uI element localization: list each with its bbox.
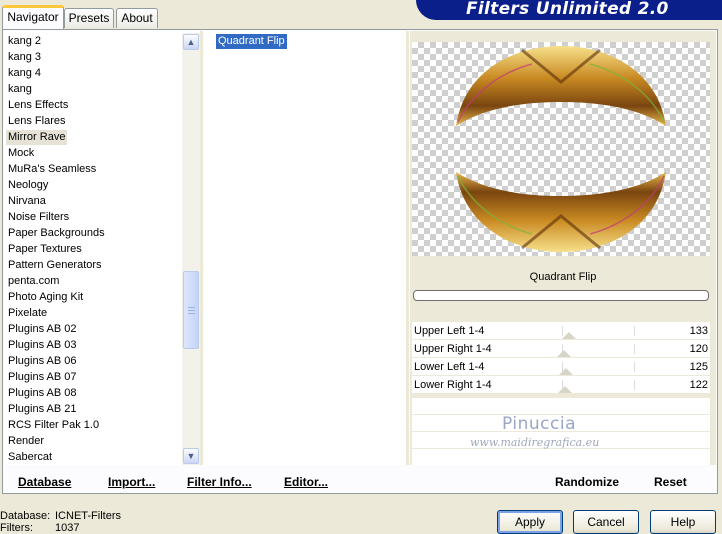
slider-tick	[634, 380, 635, 390]
category-item[interactable]: Paper Backgrounds	[6, 226, 107, 241]
category-item[interactable]: Paper Textures	[6, 242, 84, 257]
category-item[interactable]: Photo Aging Kit	[6, 290, 85, 305]
slider-thumb[interactable]	[558, 386, 572, 393]
category-item[interactable]: Mock	[6, 146, 36, 161]
slider-thumb[interactable]	[557, 350, 571, 357]
category-item[interactable]: Plugins AB 02	[6, 322, 79, 337]
slider-row[interactable]: Upper Right 1-4 120	[412, 340, 710, 358]
category-item[interactable]: Lens Effects	[6, 98, 70, 113]
category-item[interactable]: kang 4	[6, 66, 43, 81]
slider-track[interactable]	[504, 358, 635, 376]
filter-info-link[interactable]: Filter Info...	[187, 474, 252, 490]
filters-info: Filters:	[0, 522, 33, 534]
slider-label: Lower Right 1-4	[414, 379, 492, 391]
scroll-thumb[interactable]	[183, 271, 199, 349]
scroll-down-button[interactable]: ▼	[183, 448, 199, 464]
category-item[interactable]: Sabercat	[6, 450, 54, 465]
slider-thumb[interactable]	[559, 368, 573, 375]
randomize-link-label: Randomize	[555, 475, 620, 489]
slider-value: 133	[689, 325, 708, 337]
slider-label: Lower Left 1-4	[414, 361, 485, 373]
category-item[interactable]: kang 2	[6, 34, 43, 49]
category-item[interactable]: Plugins AB 06	[6, 354, 79, 369]
tab-about[interactable]: About	[116, 8, 158, 28]
watermark-url: www.maidiregrafica.eu	[470, 436, 600, 449]
database-link-label: Database	[18, 475, 72, 489]
slider-tick	[634, 344, 635, 354]
category-item[interactable]: Mirror Rave	[6, 130, 68, 145]
slider-row[interactable]: Lower Right 1-4 122	[412, 376, 710, 394]
slider-value: 122	[689, 379, 708, 391]
database-info: Database:	[0, 510, 50, 522]
watermark-name: Pinuccia	[502, 414, 576, 434]
tab-navigator[interactable]: Navigator	[2, 5, 64, 29]
reset-link[interactable]: Reset	[654, 474, 687, 490]
database-value: ICNET-Filters	[55, 510, 121, 522]
category-item[interactable]: kang 3	[6, 50, 43, 65]
category-item[interactable]: Nirvana	[6, 194, 48, 209]
category-item[interactable]: Pattern Generators	[6, 258, 104, 273]
slider-row[interactable]: Upper Left 1-4 133	[412, 322, 710, 340]
filters-value: 1037	[55, 522, 80, 534]
category-item[interactable]: Plugins AB 08	[6, 386, 79, 401]
category-item[interactable]: RCS Filter Pak 1.0	[6, 418, 101, 433]
empty-slider-row	[412, 449, 710, 465]
progress-bar	[413, 290, 709, 301]
grip-icon	[188, 307, 195, 314]
filters-label: Filters:	[0, 522, 33, 534]
cancel-button[interactable]: Cancel	[573, 510, 639, 534]
slider-row[interactable]: Lower Left 1-4 125	[412, 358, 710, 376]
app-title: Filters Unlimited 2.0	[466, 0, 669, 19]
import-link-label: Import...	[108, 475, 156, 489]
help-button[interactable]: Help	[650, 510, 716, 534]
filter-info-link-label: Filter Info...	[187, 475, 252, 489]
empty-slider-row	[412, 398, 710, 414]
slider-track[interactable]	[504, 376, 635, 394]
category-item[interactable]: Pixelate	[6, 306, 49, 321]
category-item[interactable]: Plugins AB 03	[6, 338, 79, 353]
filter-item-quadrant-flip[interactable]: Quadrant Flip	[216, 34, 287, 49]
reset-link-label: Reset	[654, 475, 687, 489]
category-item[interactable]: Lens Flares	[6, 114, 67, 129]
editor-link[interactable]: Editor...	[284, 474, 328, 490]
preview-image[interactable]	[412, 42, 710, 256]
database-label: Database:	[0, 510, 51, 522]
database-link[interactable]: Database	[18, 474, 71, 490]
scroll-up-button[interactable]: ▲	[183, 34, 199, 50]
tab-presets[interactable]: Presets	[64, 8, 114, 28]
filter-name-label: Quadrant Flip	[529, 271, 597, 283]
category-item[interactable]: Noise Filters	[6, 210, 71, 225]
category-item[interactable]: Render	[6, 434, 46, 449]
divider	[406, 31, 409, 465]
slider-track[interactable]	[504, 340, 635, 358]
category-item[interactable]: penta.com	[6, 274, 61, 289]
randomize-link[interactable]: Randomize	[555, 474, 619, 490]
slider-label: Upper Left 1-4	[414, 325, 485, 337]
editor-link-label: Editor...	[284, 475, 329, 489]
import-link[interactable]: Import...	[108, 474, 155, 490]
slider-tick	[634, 362, 635, 372]
slider-value: 120	[689, 343, 708, 355]
apply-button[interactable]: Apply	[497, 510, 563, 534]
slider-value: 125	[689, 361, 708, 373]
category-scrollbar[interactable]: ▲ ▼	[182, 33, 200, 465]
category-item[interactable]: Neology	[6, 178, 50, 193]
divider	[200, 31, 203, 465]
category-item[interactable]: Plugins AB 07	[6, 370, 79, 385]
slider-label: Upper Right 1-4	[414, 343, 492, 355]
slider-track[interactable]	[504, 322, 635, 340]
category-item[interactable]: kang	[6, 82, 34, 97]
category-item[interactable]: Plugins AB 21	[6, 402, 79, 417]
slider-tick	[634, 326, 635, 336]
preview-graphic	[456, 46, 666, 252]
slider-thumb[interactable]	[562, 332, 576, 339]
category-item[interactable]: MuRa's Seamless	[6, 162, 98, 177]
filter-list[interactable]	[204, 31, 406, 465]
